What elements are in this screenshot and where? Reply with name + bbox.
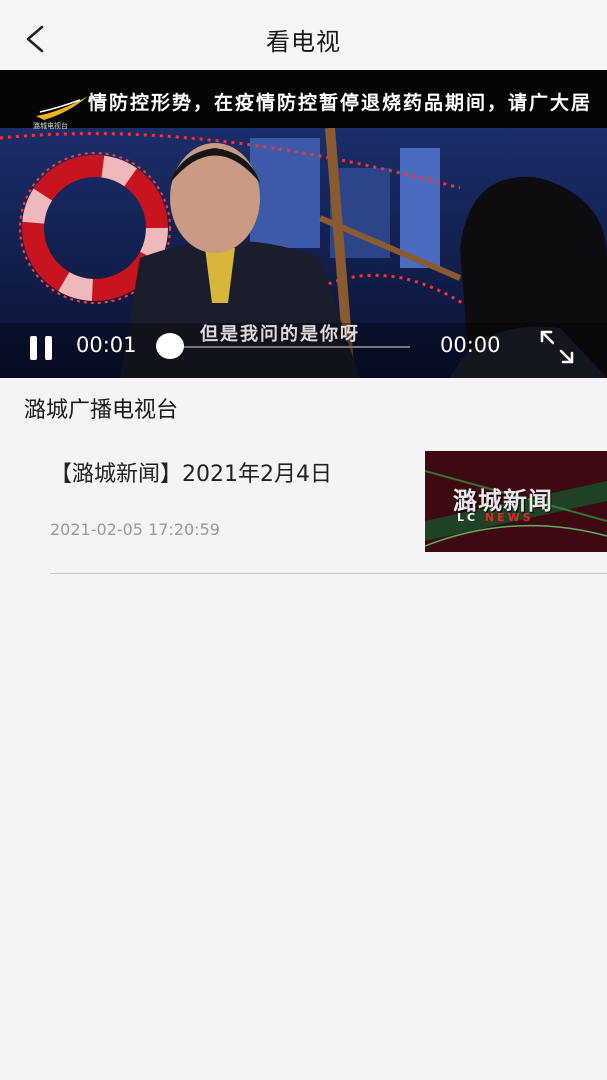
player-controls: 00:01 00:00	[0, 318, 607, 378]
progress-thumb[interactable]	[156, 333, 184, 359]
news-title: 【潞城新闻】2021年2月4日	[50, 462, 332, 487]
pause-icon	[30, 336, 52, 360]
fullscreen-icon	[540, 330, 574, 364]
total-time: 00:00	[440, 333, 501, 357]
progress-bar[interactable]	[170, 346, 410, 348]
news-thumbnail: 潞城新闻 LC NEWS	[425, 451, 607, 552]
station-logo: 潞城电视台	[33, 96, 88, 130]
current-time: 00:01	[76, 333, 137, 357]
logo-text: 潞城电视台	[33, 121, 68, 130]
news-timestamp: 2021-02-05 17:20:59	[50, 520, 220, 539]
top-bar: 看电视	[0, 0, 607, 70]
video-player[interactable]: 情防控形势，在疫情防控暂停退烧药品期间，请广大居 潞城电视台 但是我问的是你呀 …	[0, 70, 607, 378]
thumbnail-sub-accent: NEWS	[484, 511, 534, 524]
app-root: 看电视 情防控形势，在疫情防控暂停退烧药品期间，请广大居 潞城电视台 但是我问的…	[0, 0, 607, 1080]
page-title: 看电视	[266, 28, 341, 56]
thumbnail-sub-prefix: LC	[457, 511, 485, 524]
pause-button[interactable]	[28, 334, 56, 362]
fullscreen-button[interactable]	[538, 328, 576, 366]
thumbnail-subtitle: LC NEWS	[457, 511, 534, 524]
channel-name: 潞城广播电视台	[24, 398, 179, 423]
ticker-text: 情防控形势，在疫情防控暂停退烧药品期间，请广大居	[88, 92, 593, 114]
divider	[50, 573, 607, 574]
list-item[interactable]: 【潞城新闻】2021年2月4日 2021-02-05 17:20:59 潞城新闻…	[50, 440, 607, 574]
